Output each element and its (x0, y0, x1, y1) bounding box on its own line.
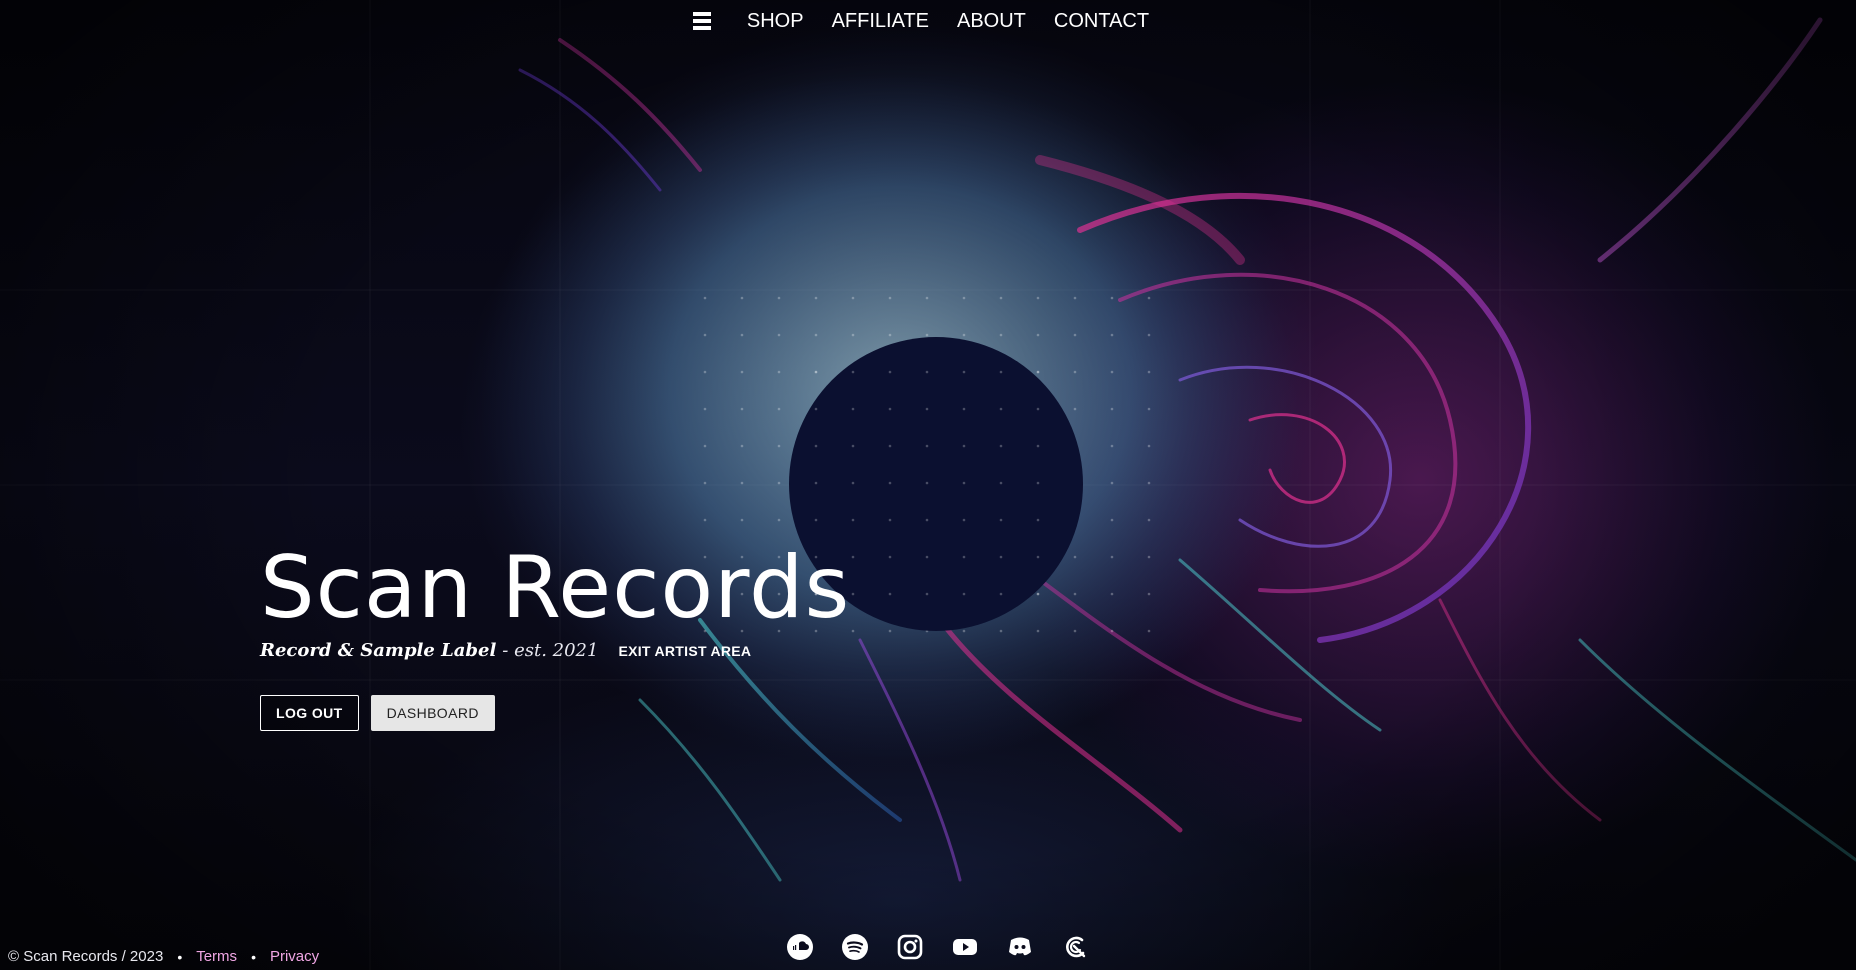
footer-separator: • (177, 948, 183, 965)
nav-item-about[interactable]: ABOUT (957, 8, 1026, 34)
soundcloud-icon[interactable] (787, 934, 813, 960)
copyright-text: © Scan Records / 2023 (8, 948, 164, 965)
youtube-icon[interactable] (952, 934, 978, 960)
hero-buttons: LOG OUT DASHBOARD (260, 695, 850, 731)
terms-link[interactable]: Terms (196, 948, 237, 965)
spotify-icon[interactable] (842, 934, 868, 960)
page: SHOP AFFILIATE ABOUT CONTACT Scan Record… (0, 0, 1856, 970)
nav-item-shop[interactable]: SHOP (747, 8, 804, 34)
nav-item-contact[interactable]: CONTACT (1054, 8, 1149, 34)
instagram-icon[interactable] (897, 934, 923, 960)
footer-separator: • (251, 948, 256, 965)
top-navigation: SHOP AFFILIATE ABOUT CONTACT (0, 8, 1856, 34)
nav-item-affiliate[interactable]: AFFILIATE (832, 8, 929, 34)
hero-subline: Record & Sample Label - est. 2021 EXIT A… (260, 640, 850, 661)
dashboard-button[interactable]: DASHBOARD (370, 695, 495, 731)
beatport-icon[interactable] (1062, 934, 1088, 960)
privacy-link[interactable]: Privacy (270, 948, 319, 965)
discord-icon[interactable] (1007, 934, 1033, 960)
social-links (787, 934, 1088, 960)
page-title: Scan Records (260, 538, 851, 638)
hamburger-menu-icon[interactable] (692, 12, 711, 30)
log-out-button[interactable]: LOG OUT (260, 695, 359, 731)
established-year: - est. 2021 (502, 640, 599, 661)
hero-section: Scan Records Record & Sample Label - est… (260, 540, 850, 731)
hero-background-art (0, 0, 1856, 970)
label-tagline: Record & Sample Label (260, 640, 497, 661)
footer: © Scan Records / 2023 • Terms • Privacy (8, 948, 319, 965)
exit-artist-area-link[interactable]: EXIT ARTIST AREA (618, 643, 751, 659)
